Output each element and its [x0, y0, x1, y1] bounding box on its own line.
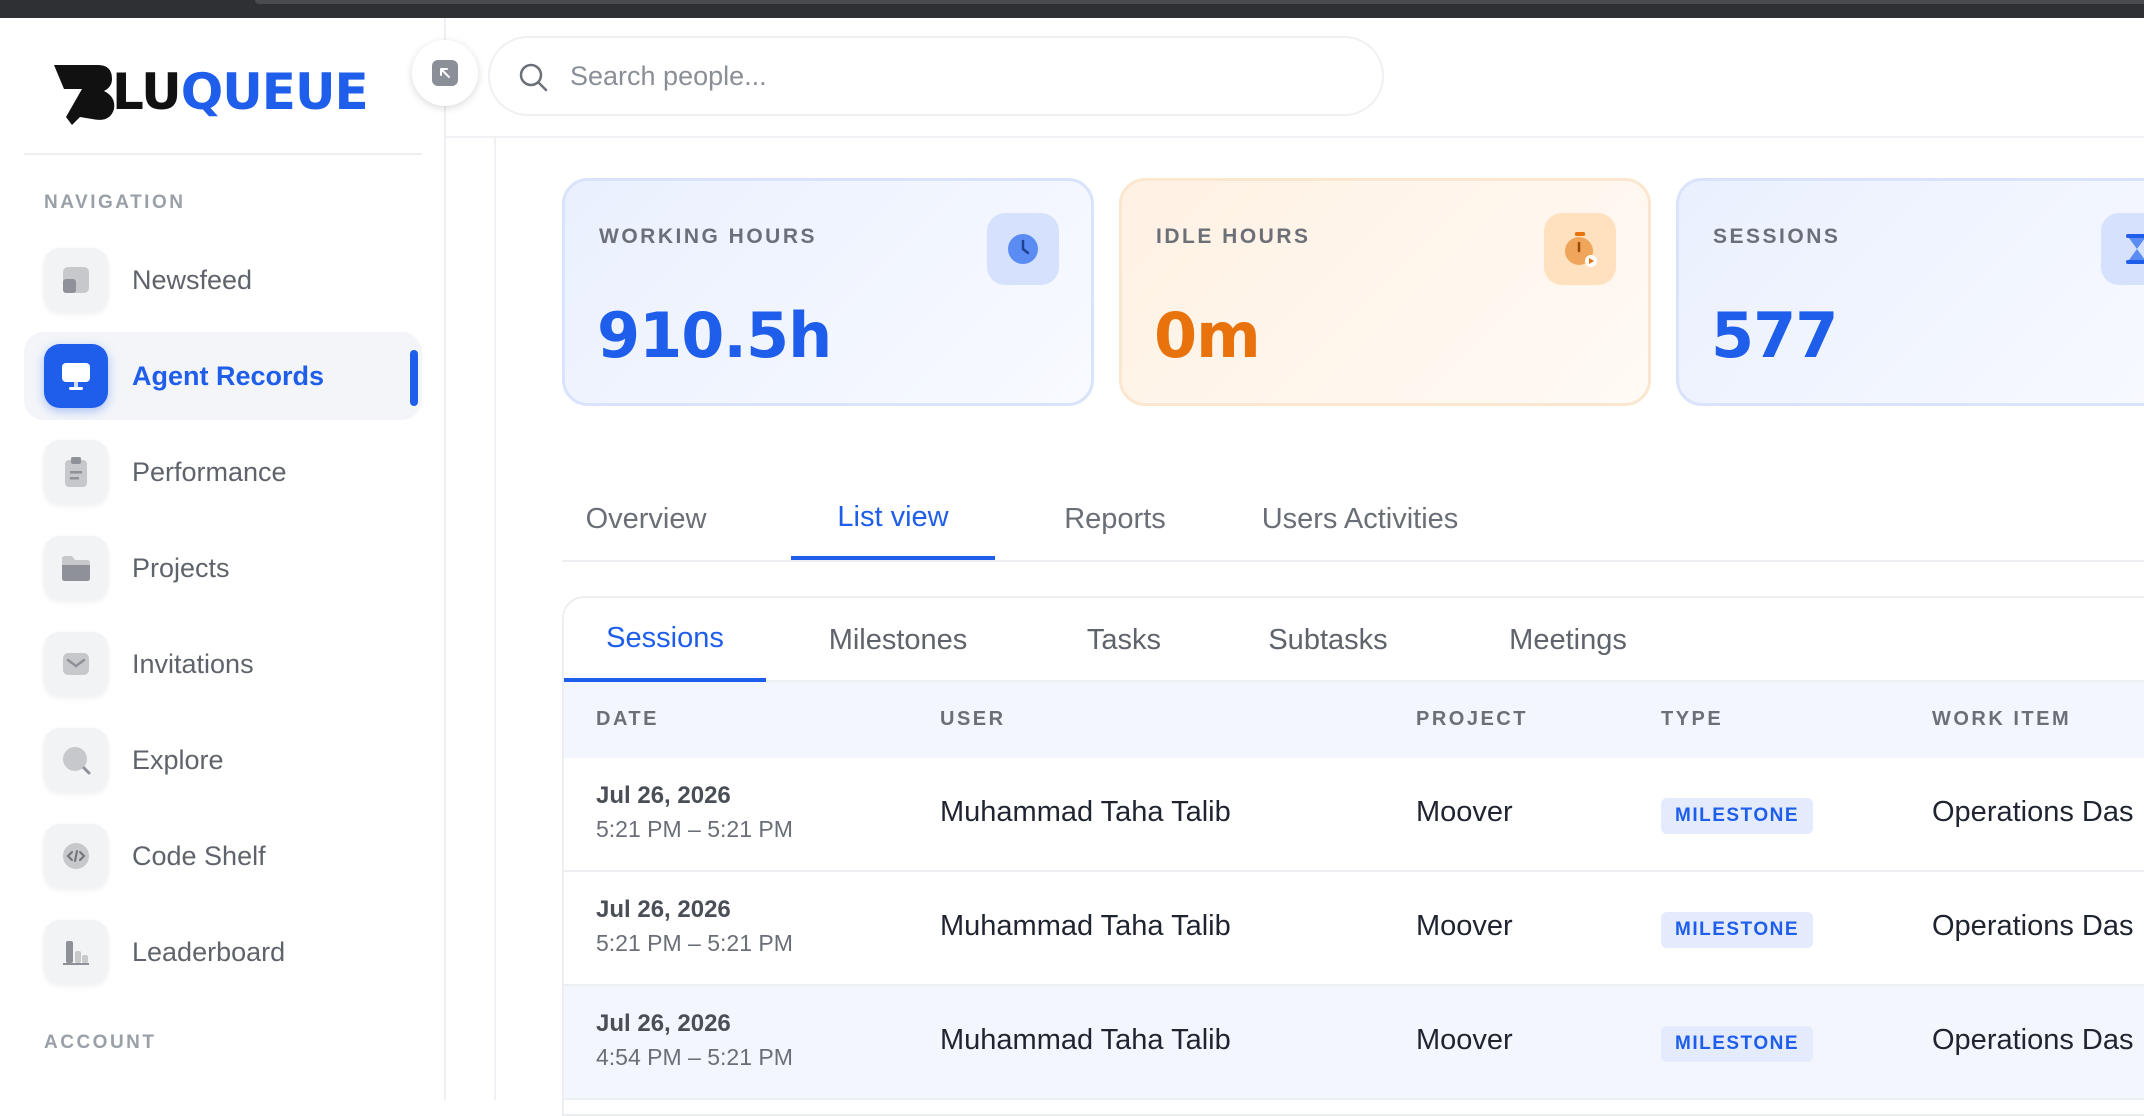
- clipboard-icon: [44, 440, 108, 504]
- sidebar-item-label: Agent Records: [132, 360, 325, 391]
- code-icon: [44, 824, 108, 888]
- stat-card-working-hours: WORKING HOURS 910.5h: [562, 178, 1094, 406]
- date-cell: Jul 26, 2026 5:21 PM – 5:21 PM: [596, 782, 793, 843]
- sidebar-item-label: Performance: [132, 456, 287, 487]
- leaderboard-icon: [44, 920, 108, 984]
- mail-icon: [44, 632, 108, 696]
- stopwatch-icon: [1544, 213, 1616, 285]
- column-header-date[interactable]: DATE: [596, 708, 659, 731]
- content-gutter: [446, 138, 496, 1100]
- sessions-panel: Sessions Milestones Tasks Subtasks Meeti…: [562, 596, 2144, 1116]
- tab-users-activities[interactable]: Users Activities: [1250, 478, 1470, 560]
- sub-tabs: Sessions Milestones Tasks Subtasks Meeti…: [564, 598, 2144, 682]
- column-header-project[interactable]: PROJECT: [1416, 708, 1528, 731]
- column-header-user[interactable]: USER: [940, 708, 1006, 731]
- sidebar-item-label: Projects: [132, 552, 230, 583]
- column-header-type[interactable]: TYPE: [1661, 708, 1723, 731]
- search-icon: [519, 63, 548, 92]
- brand-logo[interactable]: LUQUEUE: [52, 52, 372, 132]
- sidebar-item-label: Explore: [132, 744, 224, 775]
- stat-label: WORKING HOURS: [599, 225, 817, 248]
- tab-list-view[interactable]: List view: [791, 478, 995, 560]
- session-time: 5:21 PM – 5:21 PM: [596, 930, 793, 956]
- hourglass-icon: [2101, 213, 2144, 285]
- table-row[interactable]: Jul 26, 2026 4:54 PM – 5:21 PM Muhammad …: [564, 986, 2144, 1100]
- sidebar-item-label: Newsfeed: [132, 264, 253, 295]
- sidebar-item-code-shelf[interactable]: Code Shelf: [24, 812, 422, 900]
- sidebar-divider: [24, 153, 422, 155]
- sidebar-item-leaderboard[interactable]: Leaderboard: [24, 908, 422, 996]
- type-badge: MILESTONE: [1661, 1026, 1813, 1062]
- stat-value: 577: [1711, 299, 1838, 372]
- subtab-sessions[interactable]: Sessions: [564, 598, 766, 682]
- sidebar-collapse-button[interactable]: [412, 40, 478, 106]
- stat-value: 910.5h: [597, 299, 832, 372]
- table-row[interactable]: Jul 26, 2026 5:21 PM – 5:21 PM Muhammad …: [564, 758, 2144, 872]
- sidebar-item-performance[interactable]: Performance: [24, 428, 422, 516]
- newsfeed-icon: [44, 248, 108, 312]
- sidebar-item-label: Code Shelf: [132, 840, 266, 871]
- subtab-subtasks[interactable]: Subtasks: [1240, 598, 1416, 682]
- subtab-milestones[interactable]: Milestones: [798, 598, 998, 682]
- work-item-cell: Operations Das: [1932, 796, 2134, 828]
- project-cell: Moover: [1416, 796, 1513, 828]
- clock-icon: [987, 213, 1059, 285]
- session-time: 5:21 PM – 5:21 PM: [596, 816, 793, 842]
- stat-card-idle-hours: IDLE HOURS 0m: [1119, 178, 1651, 406]
- user-cell: Muhammad Taha Talib: [940, 796, 1231, 828]
- stat-label: SESSIONS: [1713, 225, 1841, 248]
- sidebar-item-agent-records[interactable]: Agent Records: [24, 332, 422, 420]
- monitor-icon: [44, 344, 108, 408]
- session-time: 4:54 PM – 5:21 PM: [596, 1044, 793, 1070]
- date-cell: Jul 26, 2026 5:21 PM – 5:21 PM: [596, 896, 793, 957]
- user-cell: Muhammad Taha Talib: [940, 910, 1231, 942]
- window-top-bar: [0, 0, 2144, 18]
- session-date: Jul 26, 2026: [596, 782, 731, 809]
- logo-mark-icon: [54, 65, 115, 125]
- table-header: DATE USER PROJECT TYPE WORK ITEM: [564, 682, 2144, 758]
- view-tabs: Overview List view Reports Users Activit…: [562, 478, 2144, 562]
- account-section-label: ACCOUNT: [44, 1032, 157, 1053]
- tab-overview[interactable]: Overview: [576, 478, 716, 560]
- sidebar-item-newsfeed[interactable]: Newsfeed: [24, 236, 422, 324]
- logo-text-queue: QUEUE: [180, 63, 369, 121]
- subtab-tasks[interactable]: Tasks: [1064, 598, 1184, 682]
- sidebar-item-label: Leaderboard: [132, 936, 286, 967]
- folder-icon: [44, 536, 108, 600]
- sidebar-item-explore[interactable]: Explore: [24, 716, 422, 804]
- date-cell: Jul 26, 2026 4:54 PM – 5:21 PM: [596, 1010, 793, 1071]
- sidebar: LUQUEUE NAVIGATION Newsfeed Agent Record…: [0, 18, 446, 1100]
- stat-value: 0m: [1154, 299, 1261, 372]
- sidebar-item-projects[interactable]: Projects: [24, 524, 422, 612]
- logo-text-lu: LU: [112, 63, 182, 121]
- user-cell: Muhammad Taha Talib: [940, 1024, 1231, 1056]
- search-bar[interactable]: [488, 36, 1384, 116]
- session-date: Jul 26, 2026: [596, 896, 731, 923]
- navigation-section-label: NAVIGATION: [44, 192, 186, 213]
- sidebar-item-invitations[interactable]: Invitations: [24, 620, 422, 708]
- table-row[interactable]: Jul 26, 2026 5:21 PM – 5:21 PM Muhammad …: [564, 872, 2144, 986]
- type-badge: MILESTONE: [1661, 798, 1813, 834]
- type-badge: MILESTONE: [1661, 912, 1813, 948]
- column-header-work-item[interactable]: WORK ITEM: [1932, 708, 2071, 731]
- header-divider: [446, 136, 2144, 138]
- stat-card-sessions: SESSIONS 577: [1676, 178, 2144, 406]
- active-indicator: [410, 350, 418, 406]
- session-date: Jul 26, 2026: [596, 1010, 731, 1037]
- collapse-arrow-icon: [432, 60, 458, 86]
- explore-icon: [44, 728, 108, 792]
- search-input[interactable]: [570, 52, 1350, 100]
- sidebar-item-label: Invitations: [132, 648, 254, 679]
- work-item-cell: Operations Das: [1932, 1024, 2134, 1056]
- subtab-meetings[interactable]: Meetings: [1468, 598, 1668, 682]
- project-cell: Moover: [1416, 910, 1513, 942]
- tab-reports[interactable]: Reports: [1042, 478, 1188, 560]
- work-item-cell: Operations Das: [1932, 910, 2134, 942]
- project-cell: Moover: [1416, 1024, 1513, 1056]
- stat-label: IDLE HOURS: [1156, 225, 1311, 248]
